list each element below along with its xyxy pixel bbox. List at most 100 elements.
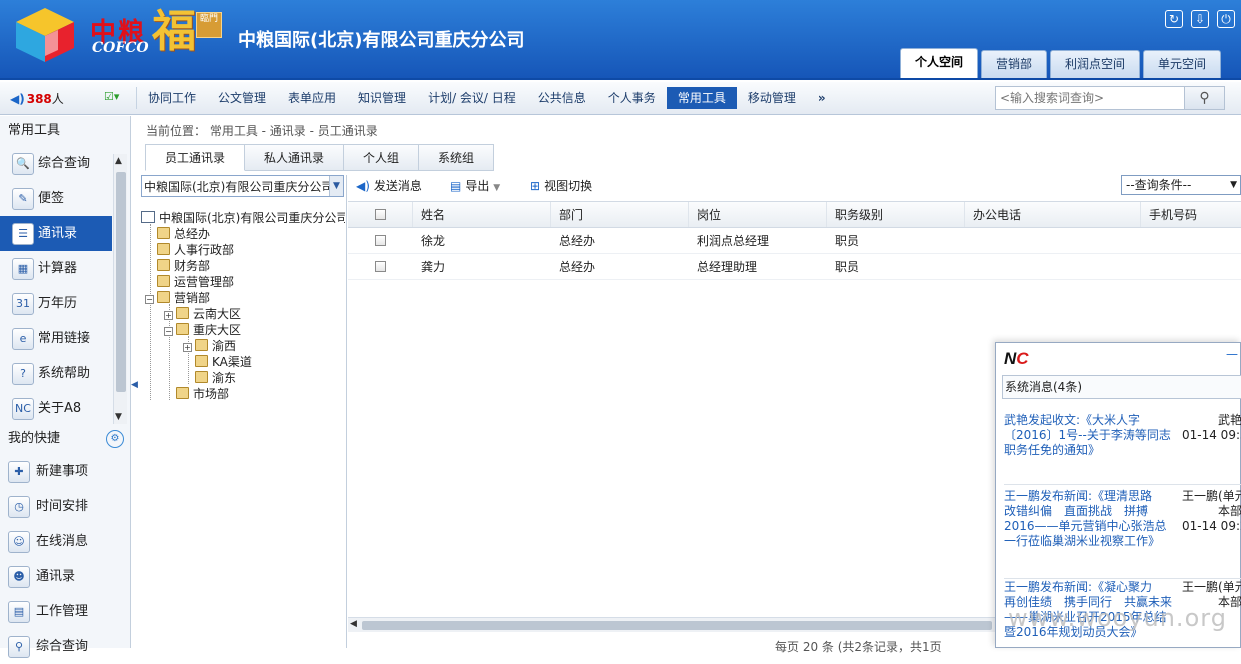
quick-item-work[interactable]: ▤ 工作管理 xyxy=(0,594,130,629)
tree-node[interactable]: + 渝西 xyxy=(141,338,345,354)
quick-settings-icon[interactable]: ⚙ xyxy=(106,430,124,448)
collapse-icon[interactable]: − xyxy=(145,295,154,304)
tree-node[interactable]: − 重庆大区 xyxy=(141,322,345,338)
tab-system-group[interactable]: 系统组 xyxy=(419,144,495,171)
collapse-icon[interactable]: − xyxy=(164,327,173,336)
quick-item-new[interactable]: ✚ 新建事项 xyxy=(0,454,130,489)
row-select-cell[interactable] xyxy=(348,254,412,279)
menu-common-tools[interactable]: 常用工具 xyxy=(666,87,737,109)
sidebar-item-label: 关于A8 xyxy=(38,401,82,416)
search-input[interactable] xyxy=(996,87,1184,109)
collapse-sidebar-icon[interactable]: ◀ xyxy=(131,380,138,400)
tab-unit-space[interactable]: 单元空间 xyxy=(1143,50,1222,78)
tab-personal-space[interactable]: 个人空间 xyxy=(900,48,979,78)
tree-node[interactable]: KA渠道 xyxy=(141,354,345,370)
menu-form[interactable]: 表单应用 xyxy=(277,87,347,109)
expand-icon[interactable]: + xyxy=(183,343,192,352)
select-all-cell[interactable] xyxy=(348,202,412,227)
menu-more-icon[interactable]: » xyxy=(807,87,837,109)
quick-item-query[interactable]: ⚲ 综合查询 xyxy=(0,629,130,664)
scroll-down-icon[interactable]: ▼ xyxy=(115,412,122,422)
select-all-checkbox[interactable] xyxy=(374,209,386,220)
sidebar-item-calendar[interactable]: 31 万年历 xyxy=(0,286,112,321)
sidebar-scrollbar[interactable]: ▲ ▼ xyxy=(113,154,127,424)
sidebar-item-links[interactable]: e 常用链接 xyxy=(0,321,112,356)
tree-node[interactable]: 渝东 xyxy=(141,370,345,386)
send-message-button[interactable]: ◀) 发送消息 xyxy=(356,177,422,194)
scroll-up-icon[interactable]: ▲ xyxy=(115,156,122,166)
tree-node[interactable]: 运营管理部 xyxy=(141,274,345,290)
space-tabs: 个人空间 营销部 利润点空间 单元空间 xyxy=(900,48,1222,78)
col-name[interactable]: 姓名 xyxy=(412,202,550,227)
sidebar-item-about[interactable]: NC 关于A8 xyxy=(0,391,112,426)
quick-item-contacts[interactable]: ☻ 通讯录 xyxy=(0,559,130,594)
tree-node-label: KA渠道 xyxy=(212,355,252,369)
scroll-left-icon[interactable]: ◀ xyxy=(350,619,357,629)
tree-node[interactable]: 总经办 xyxy=(141,226,345,242)
tab-profit-space[interactable]: 利润点空间 xyxy=(1050,50,1141,78)
expand-icon[interactable]: + xyxy=(164,311,173,320)
row-checkbox[interactable] xyxy=(375,235,386,246)
sidebar-scroll-thumb[interactable] xyxy=(116,172,126,392)
col-level[interactable]: 职务级别 xyxy=(826,202,964,227)
col-office-phone[interactable]: 办公电话 xyxy=(964,202,1140,227)
sidebar-title: 常用工具 xyxy=(8,123,61,138)
tree-node[interactable]: − 营销部 xyxy=(141,290,345,306)
message-text[interactable]: 武艳发起收文:《大米人字〔2016〕1号--关于李涛等同志职务任免的通知》 xyxy=(1004,413,1174,458)
menu-mobile[interactable]: 移动管理 xyxy=(737,87,807,109)
message-text[interactable]: 王一鹏发布新闻:《理清思路 改错纠偏 直面挑战 拼搏2016——单元营销中心张浩… xyxy=(1004,489,1174,549)
col-post[interactable]: 岗位 xyxy=(688,202,826,227)
tree-node[interactable]: 人事行政部 xyxy=(141,242,345,258)
menu-plan-meeting[interactable]: 计划/ 会议/ 日程 xyxy=(417,87,527,109)
sidebar-item-label: 常用链接 xyxy=(38,331,91,346)
row-select-cell[interactable] xyxy=(348,228,412,253)
col-mobile[interactable]: 手机号码 xyxy=(1140,202,1241,227)
sidebar-item-contacts[interactable]: ☰ 通讯录 xyxy=(0,216,112,251)
tab-private-contacts[interactable]: 私人通讯录 xyxy=(245,144,345,171)
org-select[interactable]: 中粮国际(北京)有限公司重庆分公司 ▼ xyxy=(141,175,344,197)
search-icon[interactable]: ⚲ xyxy=(1184,87,1224,109)
tree-node-label: 总经办 xyxy=(174,227,211,241)
menu-collaboration[interactable]: 协同工作 xyxy=(137,87,207,109)
tab-marketing[interactable]: 营销部 xyxy=(981,50,1048,78)
cell-post: 总经理助理 xyxy=(697,260,758,274)
sidebar-item-help[interactable]: ? 系统帮助 xyxy=(0,356,112,391)
tree-root[interactable]: 中粮国际(北京)有限公司重庆分公司 xyxy=(141,210,345,226)
query-condition-select[interactable]: --查询条件-- ▼ xyxy=(1121,175,1241,195)
view-switch-button[interactable]: ⊞ 视图切换 xyxy=(530,177,592,194)
status-check-icon[interactable]: ☑▾ xyxy=(104,90,119,103)
sidebar-item-label: 计算器 xyxy=(38,261,78,276)
sidebar-item-notes[interactable]: ✎ 便签 xyxy=(0,181,112,216)
col-dept[interactable]: 部门 xyxy=(550,202,688,227)
message-item[interactable]: 武艳发起收文:《大米人字〔2016〕1号--关于李涛等同志职务任免的通知》 武艳… xyxy=(1004,413,1241,485)
table-row[interactable]: 龚力 总经办 总经理助理 职员 xyxy=(348,254,1241,280)
menu-public-info[interactable]: 公共信息 xyxy=(527,87,597,109)
quick-item-messages[interactable]: ☺ 在线消息 xyxy=(0,524,130,559)
download-icon[interactable]: ⇩ xyxy=(1191,10,1209,28)
tree-node[interactable]: 市场部 xyxy=(141,386,345,402)
sidebar-item-query[interactable]: 🔍 综合查询 xyxy=(0,146,112,181)
sidebar-item-label: 系统帮助 xyxy=(38,366,91,381)
tree-node[interactable]: + 云南大区 xyxy=(141,306,345,322)
table-row[interactable]: 徐龙 总经办 利润点总经理 职员 xyxy=(348,228,1241,254)
tab-personal-group[interactable]: 个人组 xyxy=(344,144,420,171)
tree-node-label: 运营管理部 xyxy=(174,275,235,289)
menu-document[interactable]: 公文管理 xyxy=(207,87,277,109)
popup-close-icon[interactable]: — xyxy=(1226,347,1238,361)
h-scroll-thumb[interactable] xyxy=(362,621,992,630)
chevron-down-icon[interactable]: ▼ xyxy=(329,176,343,196)
logout-icon[interactable]: ⏻ xyxy=(1217,10,1235,28)
tab-employee-contacts[interactable]: 员工通讯录 xyxy=(145,144,246,171)
menu-personal-affairs[interactable]: 个人事务 xyxy=(597,87,667,109)
export-button[interactable]: ▤ 导出 ▼ xyxy=(450,177,500,194)
menu-knowledge[interactable]: 知识管理 xyxy=(347,87,417,109)
online-users[interactable]: ◀) 388人 xyxy=(10,90,64,107)
row-checkbox[interactable] xyxy=(375,261,386,272)
refresh-icon[interactable]: ↻ xyxy=(1165,10,1183,28)
quick-item-schedule[interactable]: ◷ 时间安排 xyxy=(0,489,130,524)
sidebar-item-calculator[interactable]: ▦ 计算器 xyxy=(0,251,112,286)
tree-node[interactable]: 财务部 xyxy=(141,258,345,274)
table-h-scrollbar[interactable]: ◀ xyxy=(348,617,998,632)
message-item[interactable]: 王一鹏发布新闻:《理清思路 改错纠偏 直面挑战 拼搏2016——单元营销中心张浩… xyxy=(1004,489,1241,579)
pane-divider[interactable] xyxy=(346,175,347,648)
